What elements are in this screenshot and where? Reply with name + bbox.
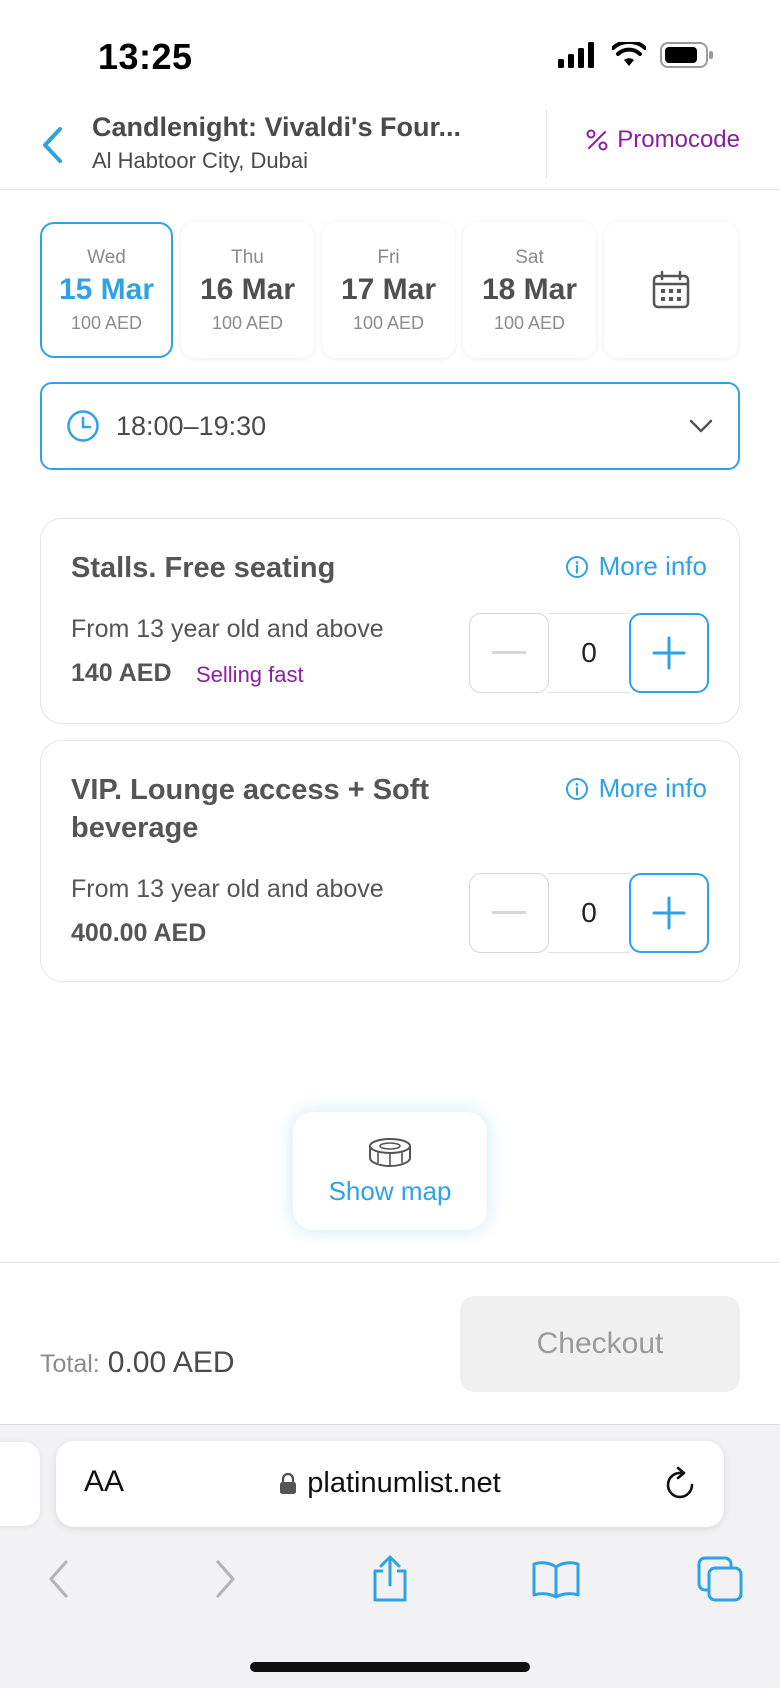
status-time: 13:25 xyxy=(98,36,193,77)
more-info-label: More info xyxy=(598,773,707,803)
ticket-card: Stalls. Free seating More info From 13 y… xyxy=(40,518,740,724)
decrease-button[interactable] xyxy=(469,873,549,953)
date-day: Fri xyxy=(377,246,400,268)
date-day: Thu xyxy=(231,246,264,268)
bookmarks-button[interactable] xyxy=(526,1549,586,1609)
address-bar[interactable]: AA platinumlist.net xyxy=(56,1441,724,1527)
footer-divider xyxy=(0,1262,780,1263)
total-label: Total: xyxy=(40,1350,100,1378)
back-button[interactable] xyxy=(34,118,70,172)
total-value: 0.00 AED xyxy=(107,1346,235,1379)
date-label: 18 Mar xyxy=(481,272,578,306)
date-card-sat[interactable]: Sat 18 Mar 100 AED xyxy=(463,222,596,358)
date-label: 15 Mar xyxy=(58,272,155,306)
more-info-link[interactable]: More info xyxy=(565,551,707,582)
url-text: platinumlist.net xyxy=(307,1467,501,1499)
promocode-label: Promocode xyxy=(617,126,740,153)
selling-fast-badge: Selling fast xyxy=(196,662,304,687)
decrease-button[interactable] xyxy=(469,613,549,693)
date-day: Wed xyxy=(87,246,126,268)
minus-icon xyxy=(492,911,526,914)
date-card-thu[interactable]: Thu 16 Mar 100 AED xyxy=(181,222,314,358)
time-select[interactable]: 18:00–19:30 xyxy=(40,382,740,470)
percent-icon xyxy=(586,129,608,151)
book-icon xyxy=(532,1561,580,1599)
date-price: 100 AED xyxy=(493,312,566,333)
plus-icon xyxy=(652,896,686,930)
increase-button[interactable] xyxy=(629,873,709,953)
date-card-wed[interactable]: Wed 15 Mar 100 AED xyxy=(40,222,173,358)
date-price: 100 AED xyxy=(211,312,284,333)
battery-icon xyxy=(660,42,713,68)
minus-icon xyxy=(492,651,526,654)
calendar-icon xyxy=(652,270,690,309)
info-icon xyxy=(565,555,588,578)
date-day: Sat xyxy=(515,246,544,268)
ticket-name: Stalls. Free seating xyxy=(71,552,336,584)
increase-button[interactable] xyxy=(629,613,709,693)
previous-tab-preview[interactable] xyxy=(0,1442,40,1526)
url-display[interactable]: platinumlist.net xyxy=(56,1467,724,1500)
date-price: 100 AED xyxy=(352,312,425,333)
plus-icon xyxy=(652,636,686,670)
status-icons xyxy=(558,42,714,68)
cellular-signal-icon xyxy=(558,42,594,68)
ticket-card: VIP. Lounge access + Soft beverage More … xyxy=(40,740,740,982)
quantity-value: 0 xyxy=(548,873,630,953)
home-indicator xyxy=(250,1662,530,1672)
date-label: 17 Mar xyxy=(340,272,437,306)
ticket-age: From 13 year old and above xyxy=(71,615,384,643)
reload-icon xyxy=(666,1466,694,1499)
total-summary: Total: 0.00 AED xyxy=(40,1346,235,1380)
chevron-left-icon xyxy=(43,127,62,163)
quantity-stepper: 0 xyxy=(469,613,709,693)
date-card-fri[interactable]: Fri 17 Mar 100 AED xyxy=(322,222,455,358)
chevron-down-icon xyxy=(689,419,713,433)
show-map-label: Show map xyxy=(328,1175,452,1206)
stadium-icon xyxy=(369,1137,411,1167)
share-button[interactable] xyxy=(360,1549,420,1609)
ticket-price: 140 AED xyxy=(71,659,172,687)
browser-toolbar xyxy=(0,1549,780,1619)
status-bar: 13:25 xyxy=(0,0,780,110)
browser-back-button[interactable] xyxy=(28,1549,88,1609)
more-info-label: More info xyxy=(598,551,707,581)
date-label: 16 Mar xyxy=(199,272,296,306)
time-select-value: 18:00–19:30 xyxy=(116,410,267,441)
event-venue: Al Habtoor City, Dubai xyxy=(92,148,309,173)
event-header: Candlenight: Vivaldi's Four... Al Habtoo… xyxy=(0,104,780,190)
share-icon xyxy=(373,1555,407,1602)
more-info-link[interactable]: More info xyxy=(565,773,707,804)
ticket-name: VIP. Lounge access + Soft beverage xyxy=(71,774,430,844)
ticket-price: 400.00 AED xyxy=(71,919,207,947)
quantity-value: 0 xyxy=(548,613,630,693)
show-map-button[interactable]: Show map xyxy=(293,1112,487,1230)
wifi-icon xyxy=(612,42,646,66)
info-icon xyxy=(565,777,588,800)
tabs-button[interactable] xyxy=(690,1549,750,1609)
checkout-button[interactable]: Checkout xyxy=(460,1296,740,1392)
tabs-icon xyxy=(697,1556,743,1602)
browser-chrome: AA platinumlist.net xyxy=(0,1424,780,1688)
clock-icon xyxy=(67,410,99,442)
date-selector: Wed 15 Mar 100 AED Thu 16 Mar 100 AED Fr… xyxy=(40,222,740,358)
header-divider xyxy=(546,110,547,178)
ticket-age: From 13 year old and above xyxy=(71,875,384,903)
calendar-button[interactable] xyxy=(604,222,738,358)
event-title: Candlenight: Vivaldi's Four... xyxy=(92,112,461,142)
chevron-right-icon xyxy=(216,1560,235,1598)
chevron-left-icon xyxy=(49,1560,68,1598)
lock-icon xyxy=(280,1472,297,1494)
reload-button[interactable] xyxy=(664,1465,698,1506)
quantity-stepper: 0 xyxy=(469,873,709,953)
date-price: 100 AED xyxy=(70,312,143,333)
browser-forward-button[interactable] xyxy=(196,1549,256,1609)
promocode-button[interactable]: Promocode xyxy=(585,126,740,154)
